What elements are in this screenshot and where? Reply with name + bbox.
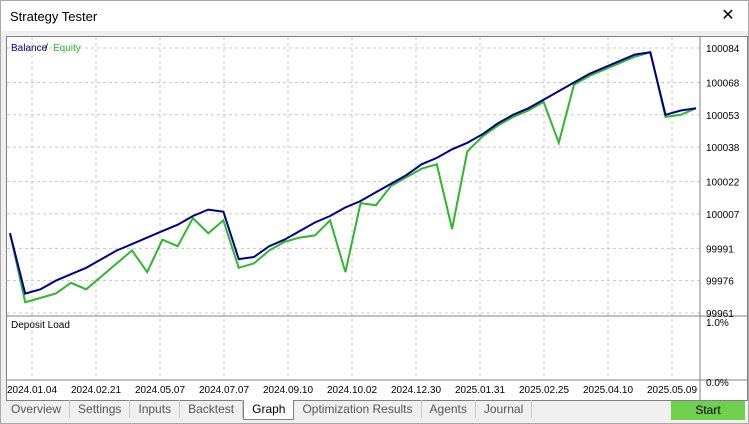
deposit-load-label: Deposit Load bbox=[11, 320, 70, 331]
tab-agents[interactable]: Agents bbox=[422, 400, 476, 418]
tab-graph[interactable]: Graph bbox=[243, 400, 295, 420]
y-tick-label: 100084 bbox=[706, 44, 740, 55]
balance-equity-chart: Balance / Equity Deposit Load 1.0% 0.0% … bbox=[7, 37, 747, 400]
deposit-load-tick-bottom: 0.0% bbox=[706, 378, 729, 389]
y-tick-label: 100007 bbox=[706, 210, 740, 221]
y-tick-label: 100053 bbox=[706, 111, 740, 122]
window-title: Strategy Tester bbox=[10, 9, 98, 24]
y-tick-label: 99961 bbox=[706, 309, 734, 320]
balance-series-line bbox=[9, 51, 697, 295]
chart-grid bbox=[7, 37, 700, 380]
tab-settings[interactable]: Settings bbox=[70, 400, 131, 418]
y-tick-label: 100022 bbox=[706, 178, 740, 189]
x-tick-label: 2025.02.25 bbox=[519, 385, 569, 396]
legend-equity: Equity bbox=[53, 43, 81, 54]
y-tick-label: 100068 bbox=[706, 78, 740, 89]
x-tick-label: 2025.01.31 bbox=[455, 385, 505, 396]
tab-journal[interactable]: Journal bbox=[476, 400, 533, 418]
legend-separator: / bbox=[45, 43, 48, 54]
x-tick-label: 2024.05.07 bbox=[135, 385, 185, 396]
close-icon[interactable]: ✕ bbox=[708, 1, 748, 31]
tab-inputs[interactable]: Inputs bbox=[130, 400, 181, 418]
equity-series-line bbox=[9, 51, 697, 304]
x-tick-label: 2024.10.02 bbox=[327, 385, 377, 396]
legend-balance: Balance bbox=[11, 43, 48, 54]
tester-tabs: Overview Settings Inputs Backtest Graph Optim… bbox=[3, 400, 533, 420]
graph-panel: Balance / Equity Deposit Load 1.0% 0.0% … bbox=[6, 36, 748, 401]
y-tick-label: 99976 bbox=[706, 277, 734, 288]
start-button[interactable]: Start bbox=[671, 401, 745, 420]
tab-optimization-results[interactable]: Optimization Results bbox=[294, 400, 422, 418]
x-tick-label: 2024.09.10 bbox=[263, 385, 313, 396]
x-tick-label: 2025.05.09 bbox=[647, 385, 697, 396]
x-tick-label: 2024.01.04 bbox=[7, 385, 57, 396]
tab-backtest[interactable]: Backtest bbox=[180, 400, 244, 418]
title-bar: Strategy Tester ✕ bbox=[1, 1, 748, 31]
x-tick-label: 2024.02.21 bbox=[71, 385, 121, 396]
x-tick-label: 2024.07.07 bbox=[199, 385, 249, 396]
x-tick-label: 2025.04.10 bbox=[583, 385, 633, 396]
y-tick-label: 99991 bbox=[706, 244, 734, 255]
x-tick-label: 2024.12.30 bbox=[391, 385, 441, 396]
y-tick-label: 100038 bbox=[706, 143, 740, 154]
tab-overview[interactable]: Overview bbox=[3, 400, 71, 418]
